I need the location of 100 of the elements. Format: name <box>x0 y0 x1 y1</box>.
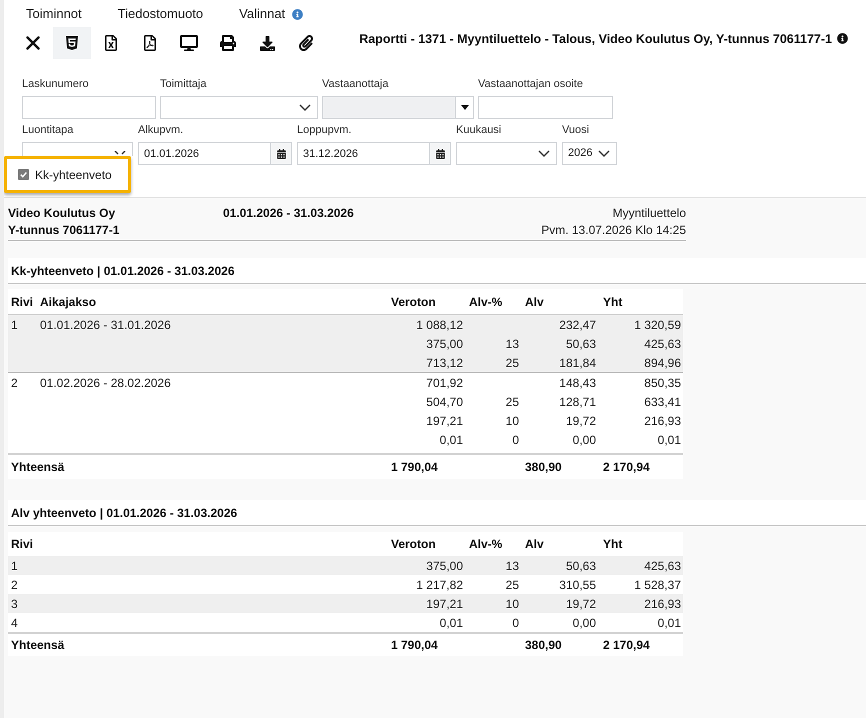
total-cell: 2 170,94 <box>603 638 650 652</box>
column-header: Yht <box>602 294 624 310</box>
table-cell: 0 <box>512 616 519 630</box>
info-icon[interactable] <box>837 33 848 44</box>
field-label: Vuosi <box>562 123 590 137</box>
table-cell: 1 088,12 <box>416 318 463 332</box>
calendar-button[interactable] <box>271 142 292 165</box>
table-cell: 1 528,37 <box>634 578 681 592</box>
table-cell: 216,93 <box>644 596 681 610</box>
table-cell: 310,55 <box>559 578 596 592</box>
total-cell: 1 790,04 <box>391 638 438 652</box>
chevron-down-icon <box>538 150 550 157</box>
date-field[interactable]: 01.01.2026 <box>138 142 271 165</box>
text-field[interactable] <box>22 96 156 119</box>
spreadsheet-file-icon <box>105 35 117 51</box>
table-cell: 197,21 <box>426 414 463 428</box>
pdf-file-icon <box>144 35 156 51</box>
table-cell: 216,93 <box>644 414 681 428</box>
total-cell: 380,90 <box>525 460 562 474</box>
paperclip-icon <box>299 35 313 51</box>
text-field[interactable] <box>478 96 613 119</box>
report-period: 01.01.2026 - 31.03.2026 <box>223 205 354 222</box>
select-field[interactable] <box>160 96 318 119</box>
column-header: Veroton <box>390 536 437 553</box>
table-cell: 10 <box>506 596 519 610</box>
close-icon <box>26 36 40 50</box>
field-label: Vastaanottaja <box>322 77 390 91</box>
table-cell: 701,92 <box>426 376 463 390</box>
table-cell: 128,71 <box>559 394 596 408</box>
column-header: Rivi <box>10 294 34 310</box>
menu-item[interactable]: Tiedostomuoto <box>114 4 208 24</box>
table-cell: 13 <box>506 336 519 350</box>
checkbox-label: Kk-yhteenveto <box>35 166 112 184</box>
report-name: Myyntiluettelo <box>612 205 686 222</box>
monitor-icon <box>180 35 198 51</box>
total-label: Yhteensä <box>11 460 64 474</box>
select-field[interactable] <box>456 142 557 165</box>
table-cell: 504,70 <box>426 394 463 408</box>
column-header: Alv <box>524 536 545 553</box>
table-cell: 232,47 <box>559 318 596 332</box>
total-cell: 380,90 <box>525 638 562 652</box>
table-cell: 0,01 <box>440 432 463 446</box>
table-cell: 25 <box>506 356 519 370</box>
table-cell: 425,63 <box>644 336 681 350</box>
table-cell: 425,63 <box>644 558 681 572</box>
table-cell: 25 <box>506 394 519 408</box>
section-heading: Alv yhteenveto | 01.01.2026 - 31.03.2026 <box>8 500 866 526</box>
menu-item[interactable]: Valinnat <box>235 4 290 24</box>
print-date: Pvm. 13.07.2026 Klo 14:25 <box>541 222 686 239</box>
field-label: Alkupvm. <box>138 123 184 137</box>
column-header: Alv <box>524 294 545 310</box>
total-cell: 1 790,04 <box>391 460 438 474</box>
field-label: Vastaanottajan osoite <box>478 77 584 91</box>
html-icon <box>66 35 78 51</box>
field-label: Luontitapa <box>22 123 74 137</box>
column-header: Rivi <box>10 536 34 553</box>
table-cell: 375,00 <box>426 336 463 350</box>
calendar-button[interactable] <box>430 142 451 165</box>
table-cell: 4 <box>11 616 18 630</box>
select-field[interactable] <box>22 142 133 156</box>
calendar-icon <box>436 148 444 158</box>
total-label: Yhteensä <box>11 638 64 652</box>
total-cell: 2 170,94 <box>603 460 650 474</box>
field-label: Loppupvm. <box>297 123 352 137</box>
table-cell: 0,01 <box>440 616 463 630</box>
table-cell: 181,84 <box>559 356 596 370</box>
table-cell: 3 <box>11 596 18 610</box>
table-cell: 2 <box>11 376 18 390</box>
table-cell: 19,72 <box>566 596 596 610</box>
field-label: Kuukausi <box>456 123 502 137</box>
chevron-down-icon <box>299 104 311 111</box>
table-cell: 197,21 <box>426 596 463 610</box>
field-label: Laskunumero <box>22 77 90 91</box>
select-field[interactable]: 2026 <box>562 142 617 165</box>
table-cell: 0,01 <box>658 616 681 630</box>
table-cell: 375,00 <box>426 558 463 572</box>
date-field[interactable]: 31.12.2026 <box>297 142 430 165</box>
table-cell: 1 217,82 <box>416 578 463 592</box>
table-cell: 25 <box>506 578 519 592</box>
business-id: Y-tunnus 7061177-1 <box>8 222 120 239</box>
table-cell: 850,35 <box>644 376 681 390</box>
column-header: Alv-% <box>468 536 504 553</box>
table-cell: 01.02.2026 - 28.02.2026 <box>40 376 171 390</box>
table-cell: 148,43 <box>559 376 596 390</box>
menu-item[interactable]: Toiminnot <box>22 4 86 24</box>
calendar-icon <box>276 148 286 158</box>
column-header: Veroton <box>390 294 437 310</box>
table-cell: 50,63 <box>566 558 596 572</box>
table-cell: 19,72 <box>566 414 596 428</box>
download-icon <box>260 36 274 50</box>
table-cell: 13 <box>506 558 519 572</box>
table-cell: 50,63 <box>566 336 596 350</box>
table-cell: 0,00 <box>572 432 596 446</box>
table-cell: 633,41 <box>644 394 681 408</box>
chevron-down-icon <box>598 150 610 157</box>
html-export-button[interactable] <box>53 27 91 59</box>
column-header: Yht <box>602 536 624 553</box>
checkbox[interactable] <box>18 169 29 180</box>
table-cell: 894,96 <box>644 356 681 370</box>
company-name: Video Koulutus Oy <box>8 205 116 222</box>
